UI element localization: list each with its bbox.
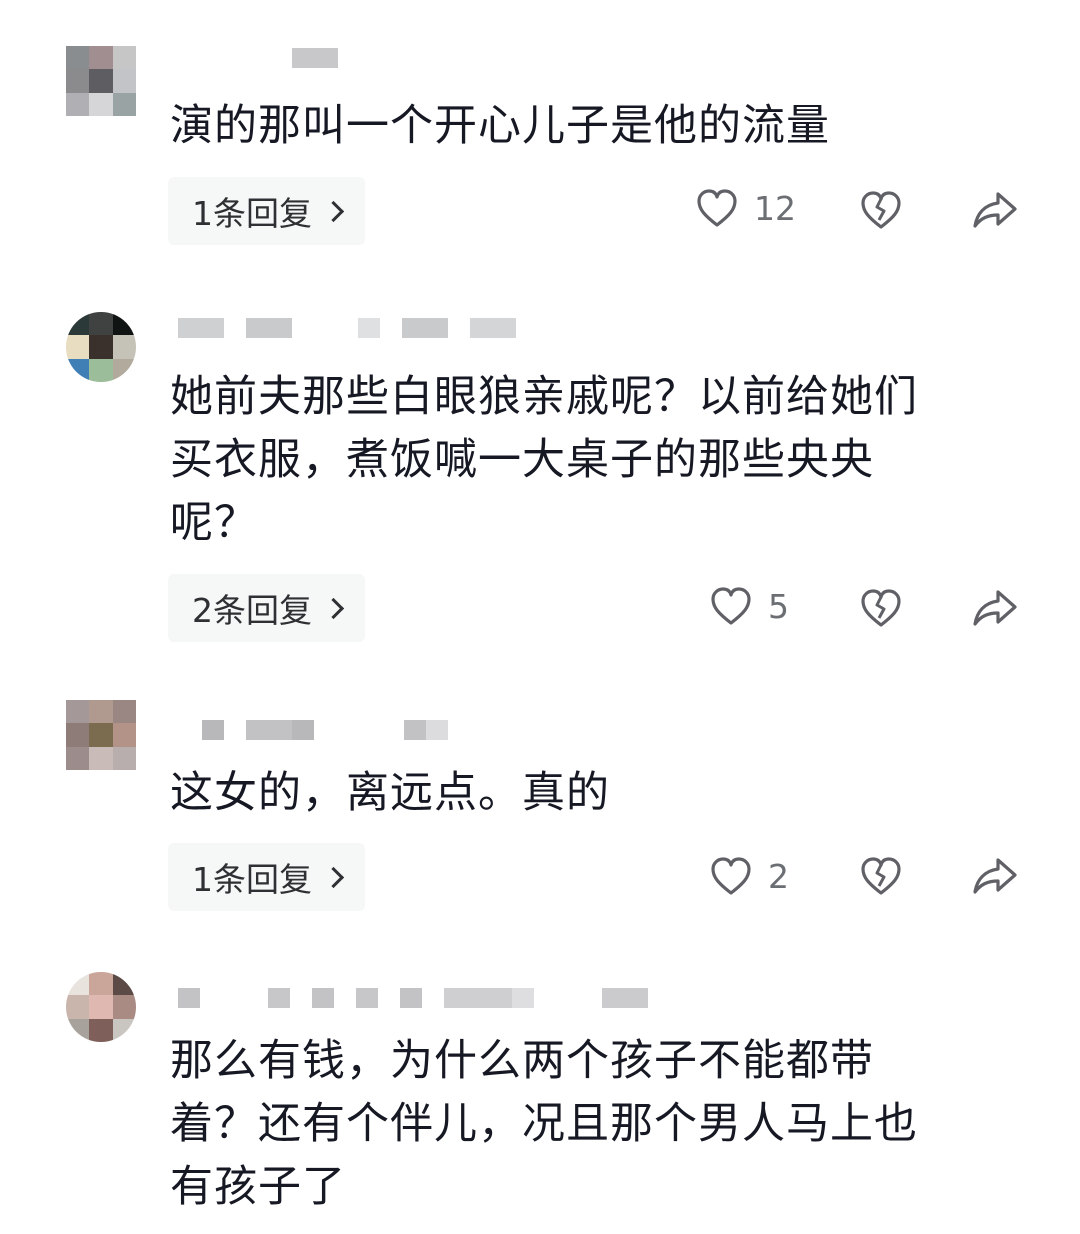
- heart-outline-icon: [710, 586, 752, 626]
- heart-outline-icon: [710, 856, 752, 896]
- comment-text: 演的那叫一个开心儿子是他的流量: [170, 101, 830, 151]
- reply-count-label: 1条回复: [192, 194, 312, 233]
- avatar-pixel: [89, 1018, 113, 1042]
- share-button[interactable]: [972, 588, 1018, 628]
- comment-text: 她前夫那些白眼狼亲戚呢？以前给她们 买衣服，煮饭喊一大桌子的那些央央 呢？: [170, 372, 918, 548]
- avatar-pixel: [112, 723, 136, 747]
- avatar[interactable]: [66, 46, 136, 116]
- avatar-pixel: [66, 972, 90, 996]
- avatar-pixel: [66, 746, 90, 770]
- share-button[interactable]: [972, 190, 1018, 230]
- like-count: 12: [754, 188, 796, 228]
- like-button[interactable]: 5: [710, 586, 789, 626]
- avatar-pixel: [66, 1018, 90, 1042]
- avatar[interactable]: [66, 972, 136, 1042]
- chevron-right-icon: [322, 866, 345, 888]
- dislike-button[interactable]: [860, 856, 902, 896]
- view-replies-button[interactable]: 1条回复: [168, 843, 365, 911]
- avatar-pixel: [112, 995, 136, 1019]
- avatar-pixel: [89, 972, 113, 996]
- username-blurred[interactable]: [178, 318, 516, 338]
- avatar-pixel: [112, 46, 136, 70]
- avatar-pixel: [66, 312, 90, 336]
- avatar-pixel: [66, 92, 90, 116]
- chevron-right-icon: [322, 200, 345, 222]
- avatar-pixel: [112, 972, 136, 996]
- like-count: 2: [768, 856, 789, 896]
- avatar[interactable]: [66, 700, 136, 770]
- avatar-pixel: [66, 358, 90, 382]
- avatar-pixel: [66, 700, 90, 724]
- avatar-pixel: [89, 358, 113, 382]
- avatar[interactable]: [66, 312, 136, 382]
- comment-text: 那么有钱，为什么两个孩子不能都带 着？还有个伴儿，况且那个男人马上也 有孩子了: [170, 1036, 918, 1212]
- reply-count-label: 2条回复: [192, 591, 312, 630]
- avatar-pixel: [112, 1018, 136, 1042]
- heart-outline-icon: [696, 188, 738, 228]
- like-button[interactable]: 12: [696, 188, 796, 228]
- avatar-pixel: [112, 746, 136, 770]
- avatar-pixel: [89, 723, 113, 747]
- broken-heart-icon: [860, 190, 902, 230]
- share-arrow-icon: [972, 588, 1018, 628]
- avatar-pixel: [112, 700, 136, 724]
- like-count: 5: [768, 586, 789, 626]
- avatar-pixel: [112, 312, 136, 336]
- avatar-pixel: [112, 92, 136, 116]
- avatar-pixel: [89, 335, 113, 359]
- username-blurred[interactable]: [178, 988, 648, 1008]
- avatar-pixel: [66, 69, 90, 93]
- avatar-pixel: [112, 358, 136, 382]
- username-blurred[interactable]: [292, 48, 338, 68]
- chevron-right-icon: [322, 597, 345, 619]
- avatar-pixel: [89, 746, 113, 770]
- comment-text: 这女的，离远点。真的: [170, 768, 610, 818]
- share-button[interactable]: [972, 856, 1018, 896]
- reply-count-label: 1条回复: [192, 860, 312, 899]
- broken-heart-icon: [860, 588, 902, 628]
- share-arrow-icon: [972, 190, 1018, 230]
- view-replies-button[interactable]: 1条回复: [168, 177, 365, 245]
- like-button[interactable]: 2: [710, 856, 789, 896]
- avatar-pixel: [112, 69, 136, 93]
- view-replies-button[interactable]: 2条回复: [168, 574, 365, 642]
- share-arrow-icon: [972, 856, 1018, 896]
- avatar-pixel: [66, 335, 90, 359]
- avatar-pixel: [89, 92, 113, 116]
- avatar-pixel: [112, 335, 136, 359]
- avatar-pixel: [66, 46, 90, 70]
- dislike-button[interactable]: [860, 588, 902, 628]
- avatar-pixel: [89, 995, 113, 1019]
- avatar-pixel: [89, 700, 113, 724]
- username-blurred[interactable]: [202, 720, 448, 740]
- avatar-pixel: [89, 69, 113, 93]
- dislike-button[interactable]: [860, 190, 902, 230]
- avatar-pixel: [89, 46, 113, 70]
- broken-heart-icon: [860, 856, 902, 896]
- avatar-pixel: [89, 312, 113, 336]
- avatar-pixel: [66, 995, 90, 1019]
- avatar-pixel: [66, 723, 90, 747]
